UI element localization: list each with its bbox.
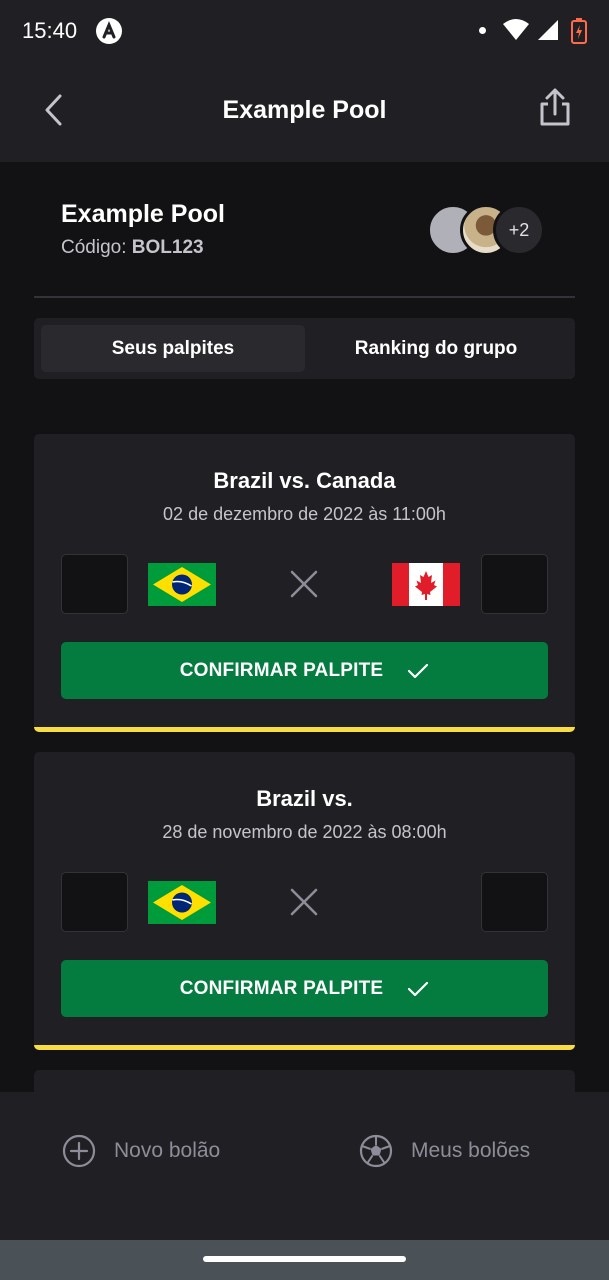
check-icon [408,981,429,996]
bottom-navigation: Novo bolão Meus bolões [0,1092,609,1240]
confirm-guess-label: CONFIRMAR PALPITE [179,659,384,681]
system-navigation-bar [0,1240,609,1280]
nav-my-pools-label: Meus bolões [411,1139,531,1162]
extra-participants-count: +2 [493,204,545,256]
battery-icon [571,18,587,44]
notification-dot-icon [479,27,486,34]
versus-x-icon [290,888,318,916]
nav-new-pool-label: Novo bolão [114,1139,221,1162]
away-score-input[interactable] [481,554,548,614]
pool-details-content: Example Pool Código: BOL123 +2 Seus palp… [0,162,609,1092]
game-card: Brazil vs. Canada 02 de dezembro de 2022… [34,434,575,732]
pool-code: Código: BOL123 [61,237,204,259]
nav-my-pools[interactable]: Meus bolões [359,1134,530,1168]
game-card: Brazil vs. 28 de novembro de 2022 às 08:… [34,752,575,1050]
tab-group-ranking[interactable]: Ranking do grupo [304,325,568,372]
pool-code-label: Código: [61,237,127,258]
game-date: 02 de dezembro de 2022 às 11:00h [163,504,446,524]
away-score-input[interactable] [481,872,548,932]
game-date: 28 de novembro de 2022 às 08:00h [162,822,447,842]
tab-your-guesses[interactable]: Seus palpites [41,325,305,372]
flag-brazil-icon [148,563,216,606]
confirm-guess-button[interactable]: CONFIRMAR PALPITE [61,960,548,1017]
confirm-guess-label: CONFIRMAR PALPITE [179,977,384,999]
plus-circle-icon [62,1134,96,1168]
versus-x-icon [290,570,318,598]
confirm-guess-button[interactable]: CONFIRMAR PALPITE [61,642,548,699]
status-time: 15:40 [22,18,78,43]
wifi-icon [503,19,529,40]
home-indicator[interactable] [203,1256,406,1262]
participants-avatars[interactable]: +2 [427,204,552,258]
soccer-ball-icon [359,1134,393,1168]
app-notification-icon [96,18,122,44]
pool-name: Example Pool [61,200,225,228]
game-title: Brazil vs. Canada [213,468,396,493]
home-score-input[interactable] [61,872,128,932]
signal-icon [538,20,558,40]
game-card [34,1070,575,1092]
divider [34,296,575,298]
share-button[interactable] [536,86,574,130]
flag-brazil-icon [148,881,216,924]
tabs: Seus palpites Ranking do grupo [34,318,575,379]
pool-code-value: BOL123 [131,237,204,258]
app-header: Example Pool [0,62,609,162]
flag-canada-icon [392,563,460,606]
status-bar: 15:40 [0,0,609,62]
home-score-input[interactable] [61,554,128,614]
nav-new-pool[interactable]: Novo bolão [62,1134,220,1168]
check-icon [408,663,429,678]
share-icon [540,88,570,126]
page-title: Example Pool [222,96,387,124]
game-title: Brazil vs. [256,786,353,811]
